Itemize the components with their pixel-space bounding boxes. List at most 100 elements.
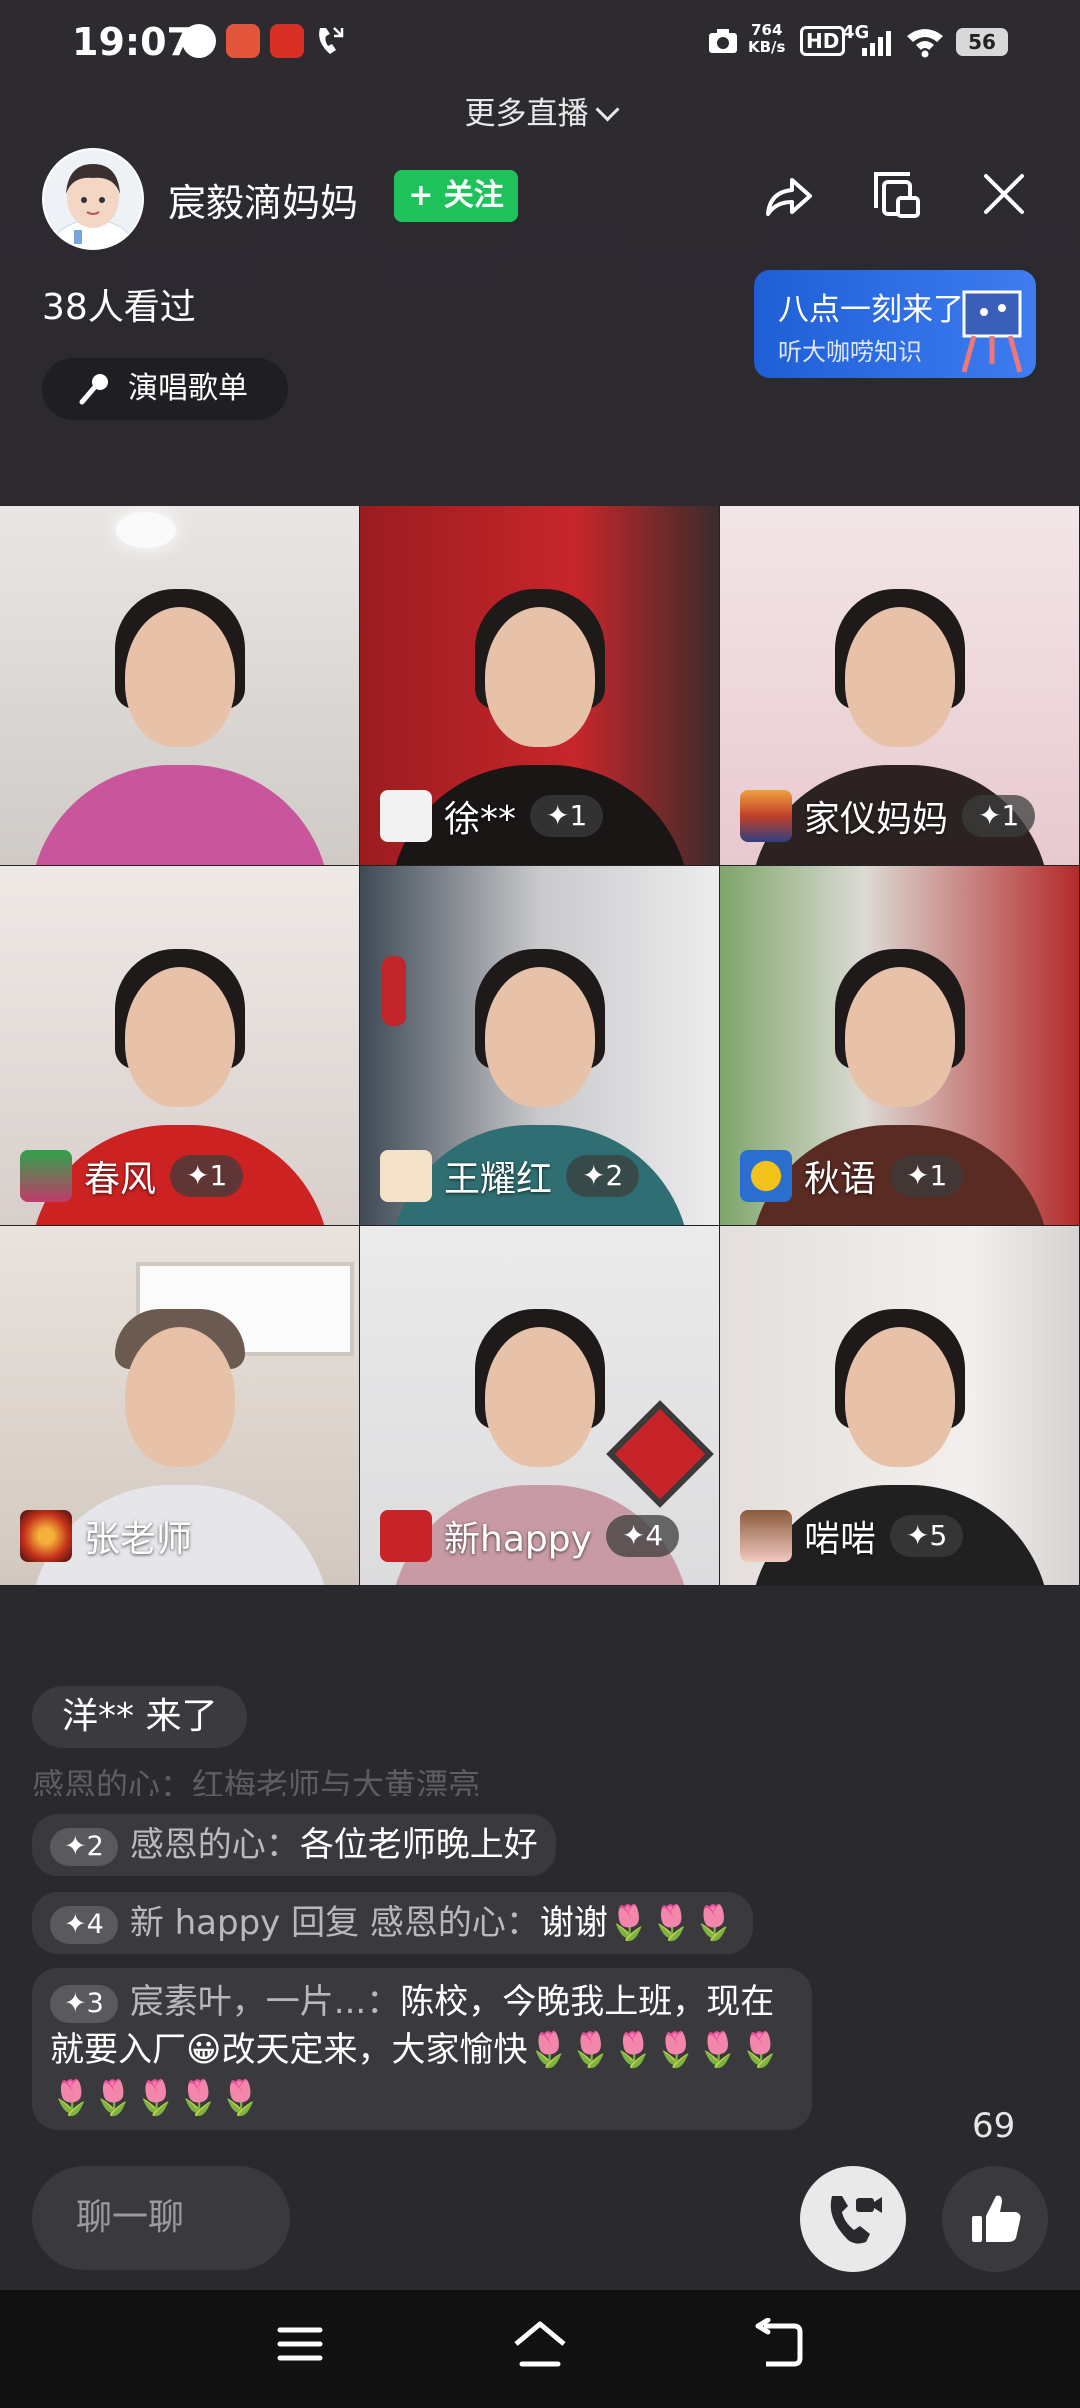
participant-name: 新happy [444,1519,592,1560]
fu-decoration [606,1400,714,1508]
participant-avatar [740,790,792,842]
ceiling-light [116,512,176,548]
participant-label: 新happy ✦4 [380,1509,680,1563]
phone-video-icon [830,2196,882,2244]
close-icon[interactable] [978,168,1030,220]
video-tile-9[interactable]: 啱啱 ✦5 [720,1226,1080,1586]
level-badge: ✦4 [605,1515,680,1557]
song-list-label: 演唱歌单 [128,371,248,406]
hd-badge: HD [800,26,846,56]
participant-avatar [380,1150,432,1202]
participant-name: 家仪妈妈 [804,799,949,840]
participant-name: 王耀红 [444,1159,553,1200]
level-badge: ✦3 [50,1984,118,2023]
level-badge: ✦1 [170,1155,244,1197]
signal-bars-icon [862,31,891,56]
camera-icon [709,29,737,53]
participant-avatar [380,790,432,842]
level-badge: ✦1 [890,1155,964,1197]
participant-face [105,1308,255,1517]
more-live-dropdown[interactable]: 更多直播 [0,88,1080,133]
promo-banner[interactable]: 八点一刻来了 听大咖唠知识 [754,270,1036,378]
participant-avatar [380,1510,432,1562]
participant-face [465,948,615,1157]
participant-name: 徐** [444,799,517,840]
chat-text: 谢谢🌷🌷🌷 [539,1903,735,1943]
participant-label: 秋语 ✦1 [740,1149,964,1203]
participant-avatar [20,1510,72,1562]
video-tile-2[interactable]: 徐** ✦1 [360,506,720,866]
chat-text: 各位老师晚上好 [299,1825,538,1865]
back-icon[interactable] [754,2318,806,2370]
status-bar: 19:07 764 KB/s HD 4G 56 [0,0,1080,86]
participant-label: 春风 ✦1 [20,1149,244,1203]
level-badge: ✦1 [530,795,604,837]
participant-label: 徐** ✦1 [380,789,604,843]
promo-subtitle: 听大咖唠知识 [778,338,922,366]
app-notification-icon [226,24,260,58]
participant-label: 啱啱 ✦5 [740,1509,964,1563]
video-tile-1[interactable] [0,506,360,866]
red-ornament [382,956,406,1026]
home-icon[interactable] [510,2318,570,2370]
microphone-icon [79,374,108,405]
participant-face [825,1308,975,1517]
speed-unit: KB/s [748,38,786,56]
level-badge: ✦2 [50,1827,118,1866]
participant-label: 王耀红 ✦2 [380,1149,640,1203]
battery-indicator: 56 [956,28,1008,56]
chat-user: 感恩的心： [129,1825,300,1865]
picture-in-picture-icon[interactable] [870,168,922,220]
easel-icon [961,290,1023,373]
participant-face [825,948,975,1157]
level-badge: ✦2 [566,1155,640,1197]
chat-message[interactable]: ✦3 宸素叶，一片...：陈校，今晚我上班，现在就要入厂😀改天定来，大家愉快🌷🌷🌷… [32,1968,812,2130]
level-badge: ✦5 [890,1515,964,1557]
host-avatar[interactable] [42,148,144,250]
video-call-button[interactable] [800,2166,906,2272]
participant-label: 家仪妈妈 ✦1 [740,789,1036,843]
faded-chat-line: 感恩的心：红梅老师与大黄漂亮 [32,1766,481,1796]
participant-face [465,1308,615,1517]
participant-face [105,588,255,797]
chat-message[interactable]: ✦2 感恩的心：各位老师晚上好 [32,1814,556,1876]
news-app-icon [270,24,304,58]
video-tile-3[interactable]: 家仪妈妈 ✦1 [720,506,1080,866]
participant-name: 秋语 [804,1159,877,1200]
video-tile-4[interactable]: 春风 ✦1 [0,866,360,1226]
chat-input[interactable]: 聊一聊 [32,2166,290,2270]
speedometer-icon [182,24,216,58]
follow-button[interactable]: + 关注 [394,170,518,222]
participant-avatar [740,1150,792,1202]
network-speed: 764 KB/s [748,22,785,56]
chat-user: 宸素叶，一片...： [129,1982,401,2022]
video-tile-5[interactable]: 王耀红 ✦2 [360,866,720,1226]
video-tile-7[interactable]: 张老师 [0,1226,360,1586]
chat-message[interactable]: ✦4 新 happy 回复 感恩的心：谢谢🌷🌷🌷 [32,1892,753,1954]
participant-name: 张老师 [84,1519,193,1560]
thumbs-up-icon [972,2195,1021,2242]
missed-call-icon [319,27,344,54]
menu-icon[interactable] [276,2320,324,2368]
host-name[interactable]: 宸毅滴妈妈 [168,172,358,227]
participant-name: 啱啱 [804,1519,877,1560]
share-icon[interactable] [760,168,816,224]
song-list-button[interactable]: 演唱歌单 [42,358,288,420]
promo-title: 八点一刻来了 [778,292,964,328]
like-button[interactable] [942,2166,1048,2272]
participant-avatar [740,1510,792,1562]
video-tile-8[interactable]: 新happy ✦4 [360,1226,720,1586]
chevron-down-icon [594,97,620,122]
level-badge: ✦4 [50,1905,118,1944]
more-live-label: 更多直播 [464,96,589,132]
video-grid: 徐** ✦1 家仪妈妈 ✦1 春风 ✦1 王耀红 ✦2 秋语 ✦1 张老师 新h… [0,506,1080,1586]
system-nav-bar [0,2290,1080,2408]
join-notice: 洋** 来了 [32,1686,248,1748]
viewer-count: 38人看过 [42,287,196,328]
speed-value: 764 [751,21,783,39]
video-tile-6[interactable]: 秋语 ✦1 [720,866,1080,1226]
participant-name: 春风 [84,1159,157,1200]
participant-face [465,588,615,797]
participant-avatar [20,1150,72,1202]
level-badge: ✦1 [962,795,1036,837]
